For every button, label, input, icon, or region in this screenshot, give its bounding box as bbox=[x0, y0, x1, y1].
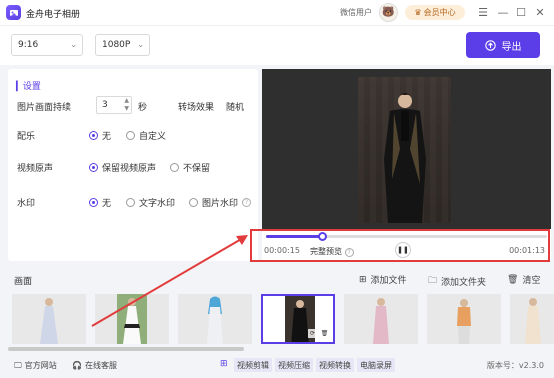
frame-thumbnail[interactable] bbox=[427, 294, 501, 344]
watermark-option-image[interactable]: 图片水印 ? bbox=[189, 196, 252, 209]
resolution-select[interactable]: 1080P ⌄ bbox=[95, 34, 150, 56]
watermark-option-none[interactable]: 无 bbox=[89, 196, 111, 209]
horizontal-scrollbar[interactable] bbox=[8, 347, 244, 351]
aspect-ratio-value: 9:16 bbox=[18, 40, 39, 50]
duration-unit: 秒 bbox=[138, 103, 148, 113]
app-title: 金舟电子相册 bbox=[26, 10, 81, 20]
upload-icon bbox=[484, 39, 496, 51]
maximize-icon[interactable]: ☐ bbox=[514, 5, 528, 19]
audio-label: 视频原声 bbox=[17, 164, 54, 174]
headset-icon: 🎧 bbox=[72, 361, 82, 370]
footer: 🖵 官方网站 🎧 在线客服 ⊞ 视频剪辑 视频压缩 视频转换 电脑录屏 版本号：v2… bbox=[0, 355, 554, 378]
preview-stage bbox=[262, 69, 551, 229]
avatar[interactable]: 🐻 bbox=[379, 3, 398, 22]
settings-panel: ▎设置 图片画面持续 3 ▲ ▼ 秒 转场效果 随机 配乐 无 自定义 视频原声 … bbox=[8, 69, 258, 261]
tool-video-convert[interactable]: 视频转换 bbox=[316, 358, 354, 372]
add-folder-button[interactable]: 🗀 添加文件夹 bbox=[428, 273, 486, 289]
chevron-down-icon: ⌄ bbox=[70, 40, 77, 49]
trash-icon: 🗑 bbox=[507, 274, 519, 285]
aspect-ratio-select[interactable]: 9:16 ⌄ bbox=[11, 34, 83, 56]
export-label: 导出 bbox=[501, 41, 522, 53]
tool-video-compress[interactable]: 视频压缩 bbox=[275, 358, 313, 372]
chevron-down-icon: ⌄ bbox=[137, 40, 144, 49]
vip-center-button[interactable]: ♛ 会员中心 bbox=[405, 5, 465, 20]
watermark-option-text[interactable]: 文字水印 bbox=[126, 196, 175, 209]
music-label: 配乐 bbox=[17, 132, 36, 142]
duration-value: 3 bbox=[102, 100, 108, 110]
crown-icon: ♛ bbox=[414, 8, 422, 17]
radio-checked-icon bbox=[89, 131, 98, 140]
radio-icon bbox=[126, 198, 135, 207]
duration-label: 图片画面持续 bbox=[17, 103, 72, 113]
title-bar: 金舟电子相册 微信用户 🐻 ♛ 会员中心 ☰ — ☐ ✕ bbox=[0, 0, 554, 25]
highlight-box bbox=[250, 229, 550, 262]
radio-checked-icon bbox=[89, 163, 98, 172]
stepper-arrows-icon[interactable]: ▲ ▼ bbox=[124, 97, 129, 113]
toolbar: 9:16 ⌄ 1080P ⌄ 导出 bbox=[0, 25, 554, 65]
music-option-custom[interactable]: 自定义 bbox=[126, 129, 166, 142]
transition-label: 转场效果 bbox=[178, 103, 215, 113]
version-label: 版本号：v2.3.0 bbox=[486, 361, 544, 370]
audio-option-keep[interactable]: 保留视频原声 bbox=[89, 161, 156, 174]
radio-icon bbox=[170, 163, 179, 172]
frames-header: 画面 ⊞ 添加文件 🗀 添加文件夹 🗑 清空 bbox=[0, 268, 554, 290]
user-name[interactable]: 微信用户 bbox=[340, 7, 372, 18]
export-button[interactable]: 导出 bbox=[466, 32, 540, 58]
music-option-none[interactable]: 无 bbox=[89, 129, 111, 142]
official-website-link[interactable]: 🖵 官方网站 bbox=[14, 360, 57, 371]
minimize-icon[interactable]: — bbox=[496, 5, 510, 19]
rotate-icon[interactable]: ⟳ bbox=[308, 329, 317, 338]
frames-strip: ⟳ 🗑 bbox=[8, 292, 554, 348]
transition-value[interactable]: 随机 bbox=[226, 100, 244, 113]
delete-icon[interactable]: 🗑 bbox=[320, 329, 329, 338]
vip-center-label: 会员中心 bbox=[423, 8, 456, 17]
frame-thumbnail[interactable] bbox=[178, 294, 252, 344]
radio-checked-icon bbox=[89, 198, 98, 207]
add-file-icon: ⊞ bbox=[359, 274, 367, 285]
frame-thumbnail[interactable] bbox=[344, 294, 418, 344]
frames-title: 画面 bbox=[14, 277, 33, 287]
clear-button[interactable]: 🗑 清空 bbox=[507, 273, 540, 287]
preview-image bbox=[358, 77, 451, 223]
duration-stepper[interactable]: 3 ▲ ▼ bbox=[96, 96, 132, 114]
audio-option-discard[interactable]: 不保留 bbox=[170, 161, 210, 174]
online-support-link[interactable]: 🎧 在线客服 bbox=[72, 360, 117, 371]
add-file-button[interactable]: ⊞ 添加文件 bbox=[359, 273, 407, 287]
tool-screen-record[interactable]: 电脑录屏 bbox=[357, 358, 395, 372]
settings-title: ▎设置 bbox=[16, 82, 41, 92]
menu-icon[interactable]: ☰ bbox=[476, 5, 490, 19]
close-icon[interactable]: ✕ bbox=[533, 5, 547, 19]
monitor-icon: 🖵 bbox=[14, 360, 22, 370]
frame-thumbnail[interactable] bbox=[510, 294, 554, 344]
toolbox-icon: ⊞ bbox=[220, 359, 228, 369]
watermark-label: 水印 bbox=[17, 199, 36, 209]
frame-thumbnail[interactable] bbox=[95, 294, 169, 344]
frame-thumbnail-selected[interactable]: ⟳ 🗑 bbox=[261, 294, 335, 344]
app-logo-icon bbox=[6, 5, 21, 20]
add-folder-icon: 🗀 bbox=[428, 276, 438, 286]
radio-icon bbox=[189, 198, 198, 207]
tool-video-edit[interactable]: 视频剪辑 bbox=[234, 358, 272, 372]
radio-icon bbox=[126, 131, 135, 140]
frame-thumbnail[interactable] bbox=[12, 294, 86, 344]
resolution-value: 1080P bbox=[102, 40, 131, 50]
help-icon[interactable]: ? bbox=[242, 198, 252, 207]
